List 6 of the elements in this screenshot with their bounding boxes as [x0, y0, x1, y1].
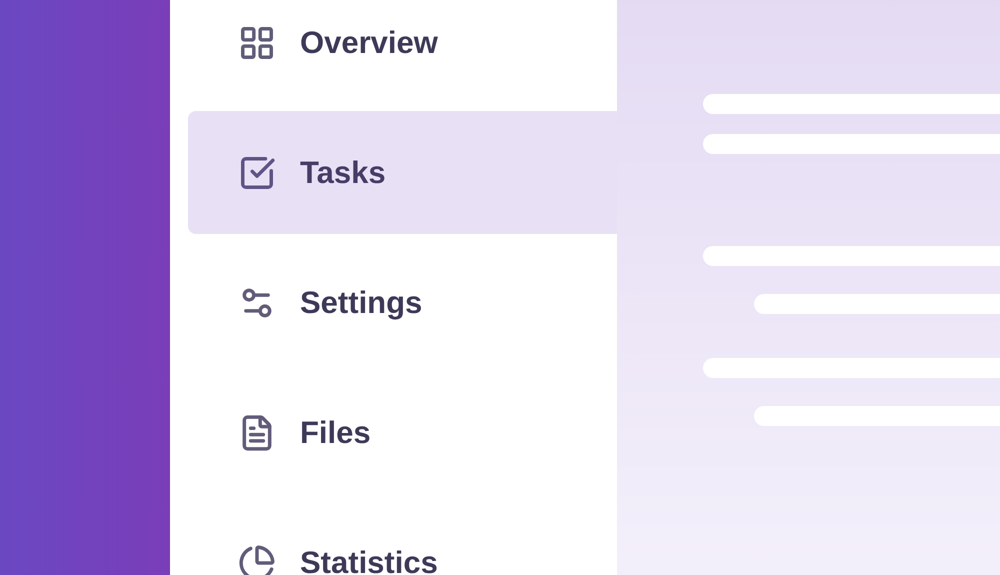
pie-chart-icon [238, 544, 276, 575]
sidebar-item[interactable]: Settings [188, 241, 617, 364]
sidebar-item[interactable]: Overview [188, 0, 617, 104]
sidebar-item[interactable]: Statistics [188, 501, 617, 575]
sidebar-item[interactable]: Files [188, 371, 617, 494]
sidebar-item[interactable]: Tasks [188, 111, 617, 234]
